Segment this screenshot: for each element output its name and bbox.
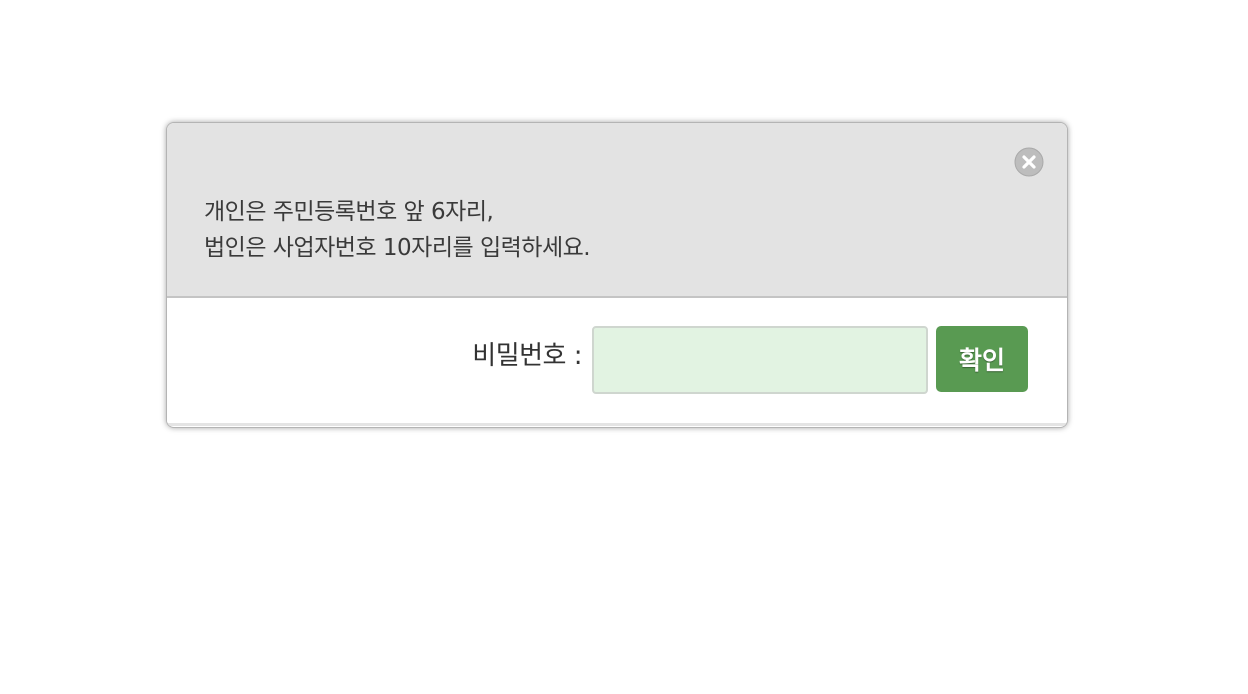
close-button[interactable] bbox=[1014, 147, 1044, 177]
password-dialog: 개인은 주민등록번호 앞 6자리, 법인은 사업자번호 10자리를 입력하세요.… bbox=[166, 122, 1068, 428]
password-label: 비밀번호 : bbox=[472, 341, 582, 371]
dialog-body: 비밀번호 : 확인 bbox=[167, 298, 1067, 426]
dialog-header: 개인은 주민등록번호 앞 6자리, 법인은 사업자번호 10자리를 입력하세요. bbox=[167, 123, 1067, 298]
confirm-button[interactable]: 확인 bbox=[936, 326, 1028, 392]
close-circle-icon bbox=[1014, 147, 1044, 177]
message-line-2: 법인은 사업자번호 10자리를 입력하세요. bbox=[204, 235, 591, 261]
password-input[interactable] bbox=[592, 326, 928, 394]
instruction-message: 개인은 주민등록번호 앞 6자리, 법인은 사업자번호 10자리를 입력하세요. bbox=[204, 194, 591, 266]
message-line-1: 개인은 주민등록번호 앞 6자리, bbox=[204, 199, 494, 225]
